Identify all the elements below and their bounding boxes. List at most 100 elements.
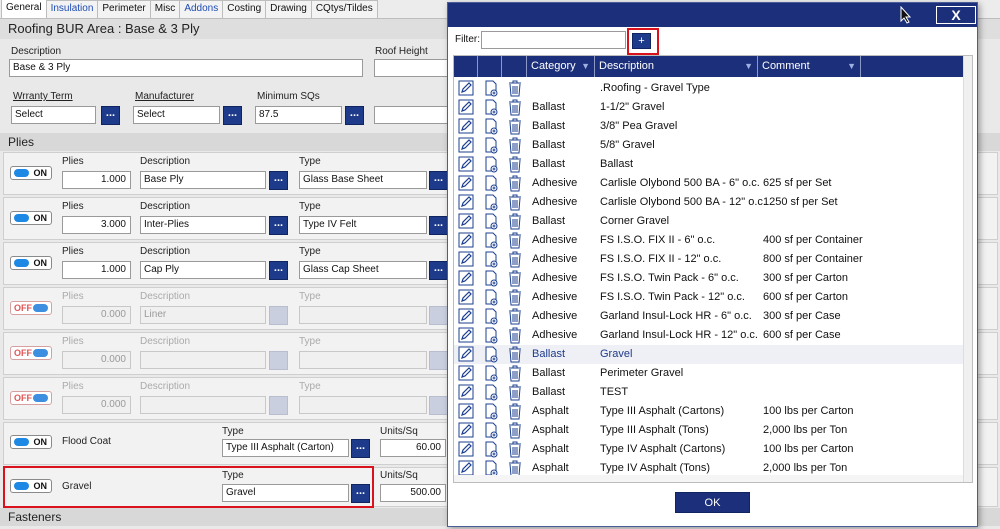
- plies-field[interactable]: 0.000: [62, 396, 131, 414]
- ply-type-field[interactable]: [299, 351, 427, 369]
- trash-icon[interactable]: [508, 403, 522, 423]
- trash-icon[interactable]: [508, 194, 522, 214]
- grid-row[interactable]: Ballast 5/8" Gravel: [454, 136, 963, 155]
- grid-row[interactable]: Ballast Corner Gravel: [454, 212, 963, 231]
- flood-coat-toggle[interactable]: ON: [10, 435, 52, 449]
- grid-row[interactable]: Ballast Ballast: [454, 155, 963, 174]
- tab-misc[interactable]: Misc: [149, 0, 181, 18]
- add-document-icon[interactable]: [483, 156, 499, 176]
- grid-row[interactable]: Adhesive FS I.S.O. Twin Pack - 6" o.c. 300…: [454, 269, 963, 288]
- ply-type-field[interactable]: Glass Cap Sheet: [299, 261, 427, 279]
- add-document-icon[interactable]: [483, 251, 499, 271]
- ply-type-browse-button[interactable]: [429, 396, 448, 415]
- trash-icon[interactable]: [508, 346, 522, 366]
- grid-row[interactable]: Adhesive Garland Insul-Lock HR - 6" o.c. 3…: [454, 307, 963, 326]
- tab-costing[interactable]: Costing: [222, 0, 267, 18]
- ply-description-field[interactable]: [140, 351, 266, 369]
- ply-description-field[interactable]: Liner: [140, 306, 266, 324]
- min-sq-browse-button[interactable]: ...: [345, 106, 364, 125]
- edit-icon[interactable]: [458, 346, 474, 365]
- extra-field[interactable]: [374, 106, 454, 124]
- trash-icon[interactable]: [508, 422, 522, 442]
- edit-icon[interactable]: [458, 137, 474, 156]
- header-comment[interactable]: Comment ▼: [758, 56, 861, 77]
- add-document-icon[interactable]: [483, 99, 499, 119]
- ply-description-browse-button[interactable]: [269, 396, 288, 415]
- manufacturer-browse-button[interactable]: ...: [223, 106, 242, 125]
- edit-icon[interactable]: [458, 365, 474, 384]
- ply-toggle[interactable]: OFF: [10, 301, 52, 315]
- ply-description-field[interactable]: Base Ply: [140, 171, 266, 189]
- plies-field[interactable]: 0.000: [62, 351, 131, 369]
- trash-icon[interactable]: [508, 156, 522, 176]
- grid-row[interactable]: Ballast Perimeter Gravel: [454, 364, 963, 383]
- edit-icon[interactable]: [458, 251, 474, 270]
- grid-row[interactable]: Asphalt Type III Asphalt (Tons) 2,000 lbs …: [454, 421, 963, 440]
- grid-row[interactable]: Ballast Gravel: [454, 345, 963, 364]
- ply-type-browse-button[interactable]: [429, 351, 448, 370]
- grid-row[interactable]: Adhesive Carlisle Olybond 500 BA - 12" o.…: [454, 193, 963, 212]
- trash-icon[interactable]: [508, 441, 522, 461]
- ply-type-browse-button[interactable]: ...: [429, 171, 448, 190]
- edit-icon[interactable]: [458, 441, 474, 460]
- tab-perimeter[interactable]: Perimeter: [97, 0, 151, 18]
- header-description[interactable]: Description ▼: [595, 56, 758, 77]
- add-document-icon[interactable]: [483, 441, 499, 461]
- grid-row[interactable]: Ballast TEST: [454, 383, 963, 402]
- grid-row[interactable]: Ballast 3/8" Pea Gravel: [454, 117, 963, 136]
- add-document-icon[interactable]: [483, 346, 499, 366]
- ply-description-browse-button[interactable]: [269, 351, 288, 370]
- ply-toggle[interactable]: ON: [10, 166, 52, 180]
- ply-description-field[interactable]: [140, 396, 266, 414]
- edit-icon[interactable]: [458, 289, 474, 308]
- ply-toggle[interactable]: ON: [10, 256, 52, 270]
- min-sq-field[interactable]: 87.5: [255, 106, 342, 124]
- grid-row[interactable]: Adhesive Garland Insul-Lock HR - 12" o.c.…: [454, 326, 963, 345]
- gravel-units-field[interactable]: 500.00: [380, 484, 446, 502]
- add-document-icon[interactable]: [483, 213, 499, 233]
- trash-icon[interactable]: [508, 118, 522, 138]
- filter-icon[interactable]: ▼: [744, 56, 753, 77]
- add-document-icon[interactable]: [483, 80, 499, 100]
- plies-field[interactable]: 3.000: [62, 216, 131, 234]
- flood-coat-type-browse-button[interactable]: ...: [351, 439, 370, 458]
- edit-icon[interactable]: [458, 194, 474, 213]
- trash-icon[interactable]: [508, 99, 522, 119]
- tab-addons[interactable]: Addons: [179, 0, 224, 18]
- ply-description-browse-button[interactable]: ...: [269, 216, 288, 235]
- trash-icon[interactable]: [508, 251, 522, 271]
- edit-icon[interactable]: [458, 270, 474, 289]
- roof-height-field[interactable]: [374, 59, 454, 77]
- ply-type-browse-button[interactable]: [429, 306, 448, 325]
- ply-type-field[interactable]: Type IV Felt: [299, 216, 427, 234]
- ply-type-field[interactable]: Glass Base Sheet: [299, 171, 427, 189]
- warranty-select[interactable]: Select: [11, 106, 96, 124]
- vertical-scrollbar[interactable]: [963, 56, 972, 482]
- add-document-icon[interactable]: [483, 232, 499, 252]
- edit-icon[interactable]: [458, 80, 474, 99]
- edit-icon[interactable]: [458, 232, 474, 251]
- edit-icon[interactable]: [458, 175, 474, 194]
- ply-toggle[interactable]: OFF: [10, 346, 52, 360]
- add-document-icon[interactable]: [483, 137, 499, 157]
- add-document-icon[interactable]: [483, 384, 499, 404]
- trash-icon[interactable]: [508, 327, 522, 347]
- filter-icon[interactable]: ▼: [847, 56, 856, 77]
- tab-cqtys-tildes[interactable]: CQtys/Tildes: [310, 0, 378, 18]
- tab-insulation[interactable]: Insulation: [45, 0, 99, 18]
- ply-toggle[interactable]: OFF: [10, 391, 52, 405]
- trash-icon[interactable]: [508, 175, 522, 195]
- edit-icon[interactable]: [458, 384, 474, 403]
- close-button[interactable]: X: [936, 6, 976, 24]
- trash-icon[interactable]: [508, 384, 522, 404]
- grid-row[interactable]: Ballast 1-1/2" Gravel: [454, 98, 963, 117]
- grid-row[interactable]: Adhesive FS I.S.O. FIX II - 12" o.c. 800 s…: [454, 250, 963, 269]
- ply-type-browse-button[interactable]: ...: [429, 261, 448, 280]
- tab-general[interactable]: General: [1, 0, 47, 18]
- ok-button[interactable]: OK: [675, 492, 750, 513]
- trash-icon[interactable]: [508, 270, 522, 290]
- add-document-icon[interactable]: [483, 422, 499, 442]
- grid-row[interactable]: Adhesive Carlisle Olybond 500 BA - 6" o.c…: [454, 174, 963, 193]
- ply-toggle[interactable]: ON: [10, 211, 52, 225]
- ply-description-field[interactable]: Inter-Plies: [140, 216, 266, 234]
